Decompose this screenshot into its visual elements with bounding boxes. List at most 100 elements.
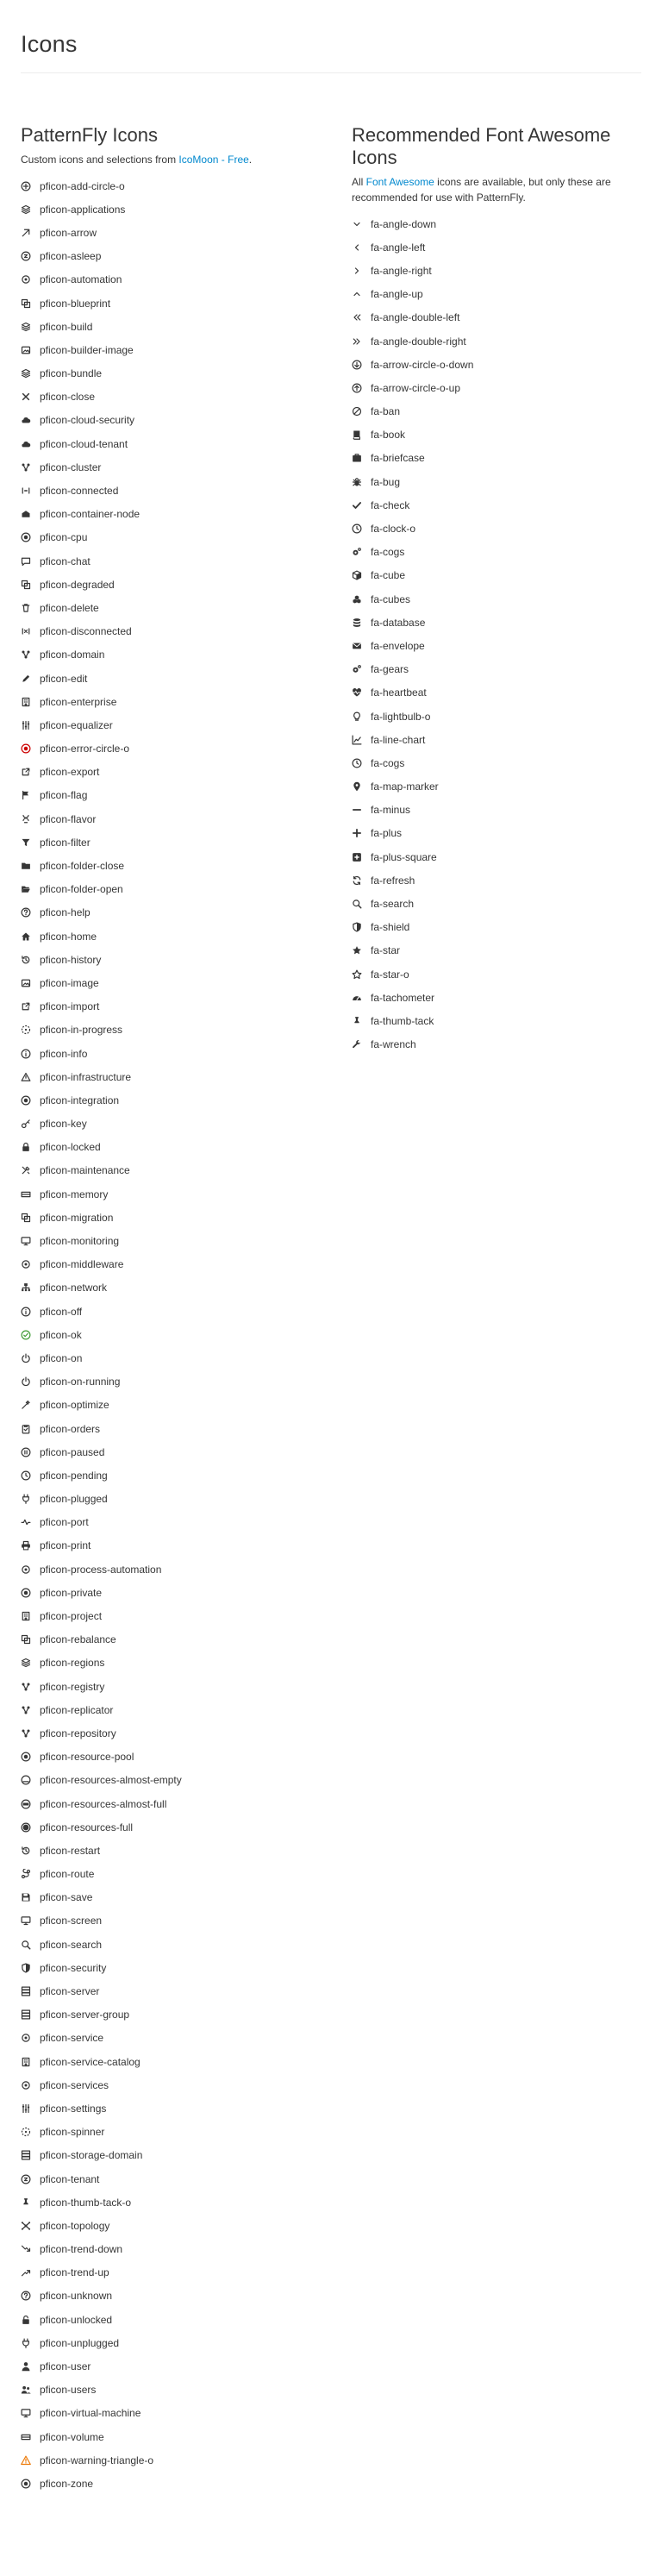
- locked-icon: [21, 1142, 31, 1152]
- icon-list-item: pficon-search: [21, 1933, 331, 1956]
- angle-right-icon: [352, 266, 362, 276]
- icon-name-label: pficon-locked: [40, 1141, 101, 1154]
- icon-name-label: pficon-error-circle-o: [40, 743, 130, 755]
- icon-name-label: pficon-thumb-tack-o: [40, 2196, 132, 2209]
- icon-name-label: fa-map-marker: [371, 780, 439, 793]
- icon-list-item: pficon-orders: [21, 1417, 331, 1440]
- icon-list-item: pficon-screen: [21, 1909, 331, 1933]
- icon-list-item: pficon-info: [21, 1042, 331, 1065]
- icon-list-item: pficon-arrow: [21, 221, 331, 244]
- equalizer-icon: [21, 720, 31, 730]
- page-title: Icons: [21, 31, 78, 57]
- tenant-icon: [21, 2174, 31, 2184]
- icon-name-label: pficon-export: [40, 766, 100, 779]
- heartbeat-icon: [352, 687, 362, 698]
- icon-name-label: pficon-repository: [40, 1727, 116, 1739]
- icon-list-item: pficon-cloud-security: [21, 409, 331, 432]
- icon-list-item: fa-check: [352, 493, 641, 517]
- container-node-icon: [21, 509, 31, 519]
- icon-list-item: pficon-cpu: [21, 526, 331, 549]
- icon-name-label: fa-ban: [371, 405, 401, 418]
- icon-list-item: pficon-server: [21, 1979, 331, 2003]
- resources-almost-full-icon: [21, 1799, 31, 1809]
- icon-name-label: pficon-regions: [40, 1657, 105, 1670]
- search-icon: [352, 899, 362, 909]
- icon-list-item: fa-tachometer: [352, 986, 641, 1009]
- icon-name-label: pficon-bundle: [40, 367, 103, 380]
- icon-name-label: pficon-service: [40, 2032, 104, 2045]
- icon-name-label: pficon-restart: [40, 1844, 101, 1857]
- cpu-icon: [21, 532, 31, 542]
- patternfly-icons-description: Custom icons and selections from IcoMoon…: [21, 152, 331, 167]
- shield-icon: [352, 922, 362, 932]
- icon-list-item: fa-plus: [352, 822, 641, 845]
- icon-name-label: pficon-volume: [40, 2430, 104, 2443]
- home-icon: [21, 931, 31, 942]
- icon-list-item: fa-cogs: [352, 751, 641, 774]
- private-icon: [21, 1588, 31, 1598]
- filter-icon: [21, 837, 31, 848]
- icon-name-label: pficon-process-automation: [40, 1563, 162, 1576]
- off-icon: [21, 1307, 31, 1317]
- icon-list-item: fa-angle-right: [352, 259, 641, 282]
- icon-name-label: pficon-degraded: [40, 578, 115, 591]
- patternfly-icons-section: PatternFly Icons Custom icons and select…: [21, 124, 331, 2496]
- font-awesome-link[interactable]: Font Awesome: [366, 176, 434, 188]
- icon-name-label: pficon-settings: [40, 2102, 107, 2115]
- icon-list-item: pficon-paused: [21, 1440, 331, 1463]
- icon-name-label: pficon-replicator: [40, 1703, 114, 1716]
- bug-icon: [352, 477, 362, 487]
- icomoon-link[interactable]: IcoMoon - Free: [178, 154, 248, 166]
- icon-list-item: pficon-add-circle-o: [21, 174, 331, 197]
- icon-name-label: fa-refresh: [371, 874, 415, 887]
- pending-icon: [21, 1470, 31, 1481]
- cogs-icon: [352, 547, 362, 557]
- icon-name-label: pficon-cloud-security: [40, 414, 135, 427]
- icon-list-item: pficon-blueprint: [21, 291, 331, 315]
- close-icon: [21, 392, 31, 402]
- icon-list-item: fa-heartbeat: [352, 681, 641, 705]
- icon-name-label: fa-clock-o: [371, 523, 416, 536]
- delete-icon: [21, 603, 31, 613]
- resource-pool-icon: [21, 1752, 31, 1762]
- icon-list-item: fa-angle-double-left: [352, 306, 641, 329]
- icon-name-label: fa-database: [371, 616, 426, 629]
- icon-list-item: fa-bug: [352, 470, 641, 493]
- icon-name-label: pficon-image: [40, 976, 99, 989]
- import-icon: [21, 1001, 31, 1012]
- icon-list-item: fa-database: [352, 611, 641, 634]
- cluster-icon: [21, 462, 31, 473]
- title-divider: [21, 72, 641, 73]
- icon-list-item: pficon-plugged: [21, 1488, 331, 1511]
- icon-name-label: pficon-builder-image: [40, 343, 134, 356]
- font-awesome-icons-heading: Recommended Font Awesome Icons: [352, 124, 641, 169]
- icon-list-item: fa-thumb-tack: [352, 1009, 641, 1032]
- icon-name-label: pficon-history: [40, 953, 102, 966]
- line-chart-icon: [352, 735, 362, 745]
- icon-name-label: pficon-trend-down: [40, 2243, 123, 2256]
- optimize-icon: [21, 1400, 31, 1410]
- icon-name-label: fa-gears: [371, 663, 409, 676]
- plus-square-icon: [352, 852, 362, 862]
- icon-list-item: fa-angle-double-right: [352, 329, 641, 353]
- plugged-icon: [21, 1494, 31, 1504]
- icon-list-item: pficon-resource-pool: [21, 1746, 331, 1769]
- icon-list-item: pficon-port: [21, 1511, 331, 1534]
- in-progress-icon: [21, 1025, 31, 1035]
- icon-list-item: pficon-replicator: [21, 1698, 331, 1721]
- icon-list-item: pficon-builder-image: [21, 338, 331, 361]
- icon-name-label: fa-angle-down: [371, 217, 437, 230]
- icon-list-item: pficon-settings: [21, 2097, 331, 2120]
- unplugged-icon: [21, 2338, 31, 2348]
- icon-list-item: pficon-container-node: [21, 503, 331, 526]
- icon-name-label: fa-bug: [371, 475, 401, 488]
- icon-list-item: pficon-maintenance: [21, 1159, 331, 1182]
- cubes-icon: [352, 594, 362, 605]
- icon-list-item: fa-briefcase: [352, 447, 641, 470]
- trend-up-icon: [21, 2267, 31, 2278]
- maintenance-icon: [21, 1165, 31, 1175]
- domain-icon: [21, 649, 31, 660]
- icon-name-label: pficon-port: [40, 1516, 89, 1529]
- icon-name-label: fa-star-o: [371, 968, 409, 981]
- icon-list-item: pficon-delete: [21, 596, 331, 619]
